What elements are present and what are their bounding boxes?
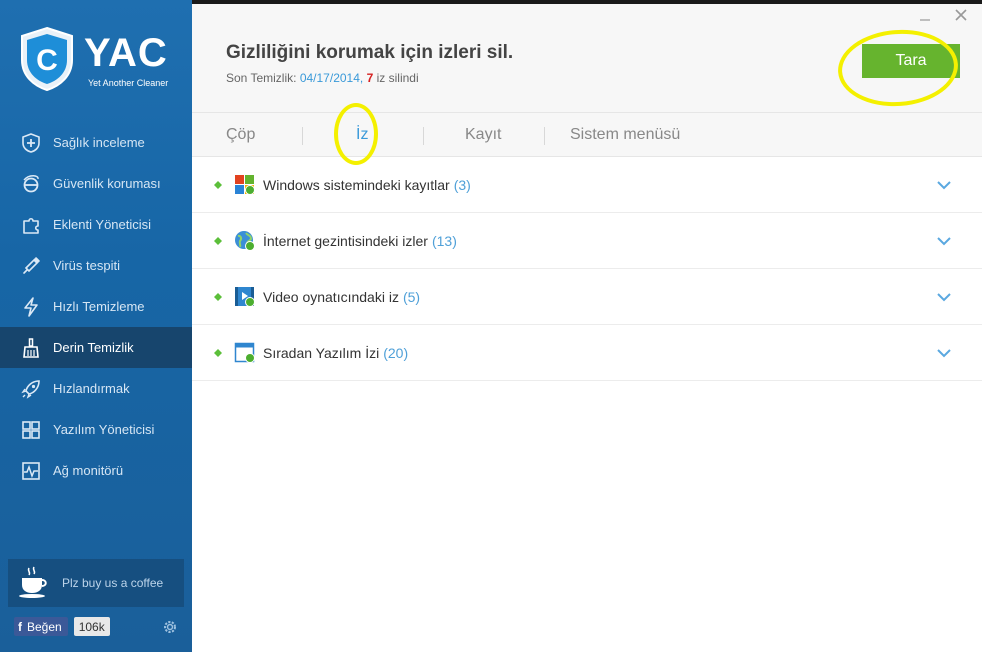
sidebar-item-label: Hızlı Temizleme [53, 299, 145, 314]
facebook-like-button[interactable]: f Beğen [14, 617, 68, 636]
sidebar-item-security[interactable]: Güvenlik koruması [0, 163, 192, 204]
tab-system-menu[interactable]: Sistem menüsü [570, 126, 680, 144]
facebook-icon: f [18, 619, 22, 634]
tab-divider [423, 127, 424, 145]
list-item-internet-traces[interactable]: İnternet gezintisindeki izler (13) [192, 213, 982, 269]
sidebar-item-label: Güvenlik koruması [53, 176, 161, 191]
tab-junk[interactable]: Çöp [226, 126, 255, 144]
sidebar-item-deep-clean[interactable]: Derin Temizlik [0, 327, 192, 368]
sidebar-item-label: Ağ monitörü [53, 463, 124, 478]
coffee-label: Plz buy us a coffee [62, 576, 164, 590]
tab-divider [302, 127, 303, 145]
video-icon [235, 287, 255, 307]
trace-list: Windows sistemindeki kayıtlar (3) İnterne… [192, 157, 982, 381]
main-panel: Gizliliğini korumak için izleri sil. Son… [192, 4, 982, 652]
list-item-count: (5) [402, 289, 421, 305]
lightning-icon [20, 296, 42, 318]
rocket-icon [20, 378, 42, 400]
close-icon[interactable] [952, 6, 970, 24]
gear-icon[interactable] [161, 618, 179, 636]
globe-icon [235, 231, 255, 251]
svg-text:C: C [36, 44, 58, 77]
header: Gizliliğini korumak için izleri sil. Son… [192, 4, 982, 112]
scan-button[interactable]: Tara [862, 44, 960, 78]
list-item-count: (20) [383, 345, 409, 361]
list-item-windows-records[interactable]: Windows sistemindeki kayıtlar (3) [192, 157, 982, 213]
sidebar-item-speed-up[interactable]: Hızlandırmak [0, 368, 192, 409]
buy-coffee-button[interactable]: Plz buy us a coffee [8, 559, 184, 607]
sidebar-item-label: Derin Temizlik [53, 340, 134, 355]
puzzle-icon [20, 214, 42, 236]
page-title: Gizliliğini korumak için izleri sil. [226, 42, 514, 63]
grid-icon [20, 419, 42, 441]
tab-traces[interactable]: İz [356, 126, 368, 144]
list-item-label: Windows sistemindeki kayıtlar [263, 177, 450, 193]
minimize-icon[interactable] [916, 8, 934, 26]
list-item-video-player-traces[interactable]: Video oynatıcındaki iz (5) [192, 269, 982, 325]
pulse-icon [20, 460, 42, 482]
sidebar-item-label: Sağlık inceleme [53, 135, 145, 150]
sidebar-item-virus-scan[interactable]: Virüs tespiti [0, 245, 192, 286]
last-clean-label: Son Temizlik: [226, 71, 297, 85]
app-logo: C YAC Yet Another Cleaner [18, 26, 178, 96]
list-item-count: (13) [431, 233, 457, 249]
sidebar: C YAC Yet Another Cleaner Sağlık incelem… [0, 0, 192, 652]
sidebar-item-quick-clean[interactable]: Hızlı Temizleme [0, 286, 192, 327]
ie-icon [20, 173, 42, 195]
logo-title: YAC [84, 31, 168, 75]
sidebar-item-label: Hızlandırmak [53, 381, 130, 396]
bullet-icon [214, 293, 222, 301]
tab-bar: Çöp İz Kayıt Sistem menüsü [192, 103, 982, 165]
removed-count: 7 [366, 71, 374, 85]
sidebar-item-software-manager[interactable]: Yazılım Yöneticisi [0, 409, 192, 450]
chevron-down-icon[interactable] [936, 347, 952, 359]
syringe-icon [20, 255, 42, 277]
comma-separator: , [359, 71, 364, 85]
sidebar-item-health-check[interactable]: Sağlık inceleme [0, 122, 192, 163]
window-icon [234, 342, 255, 363]
last-clean-info: Son Temizlik: 04/17/2014, 7 iz silindi [226, 71, 419, 85]
bullet-icon [214, 237, 222, 245]
sidebar-item-label: Eklenti Yöneticisi [53, 217, 152, 232]
like-count: 106k [73, 617, 110, 636]
list-item-label: Sıradan Yazılım İzi [263, 345, 380, 361]
bullet-icon [214, 349, 222, 357]
list-item-count: (3) [453, 177, 471, 193]
windows-icon [235, 175, 255, 195]
bullet-icon [214, 181, 222, 189]
tab-registry[interactable]: Kayıt [465, 126, 501, 144]
sidebar-item-label: Virüs tespiti [53, 258, 120, 273]
sidebar-item-network-monitor[interactable]: Ağ monitörü [0, 450, 192, 491]
list-item-label: Video oynatıcındaki iz [263, 289, 399, 305]
tab-divider [544, 127, 545, 145]
like-label: Beğen [27, 619, 62, 634]
list-item-label: İnternet gezintisindeki izler [263, 233, 428, 249]
logo-subtitle: Yet Another Cleaner [88, 78, 169, 88]
shield-plus-icon [20, 132, 42, 154]
broom-icon [20, 337, 42, 359]
coffee-cup-icon [19, 566, 47, 598]
removed-suffix: iz silindi [376, 71, 419, 85]
sidebar-item-plugin-manager[interactable]: Eklenti Yöneticisi [0, 204, 192, 245]
facebook-like-row: f Beğen 106k [14, 617, 110, 636]
sidebar-item-label: Yazılım Yöneticisi [53, 422, 155, 437]
chevron-down-icon[interactable] [936, 291, 952, 303]
last-clean-date: 04/17/2014 [299, 71, 360, 85]
shield-logo-icon: C [21, 26, 73, 92]
sidebar-nav: Sağlık inceleme Güvenlik koruması Eklent… [0, 122, 192, 491]
chevron-down-icon[interactable] [936, 179, 952, 191]
chevron-down-icon[interactable] [936, 235, 952, 247]
list-item-software-traces[interactable]: Sıradan Yazılım İzi (20) [192, 325, 982, 381]
